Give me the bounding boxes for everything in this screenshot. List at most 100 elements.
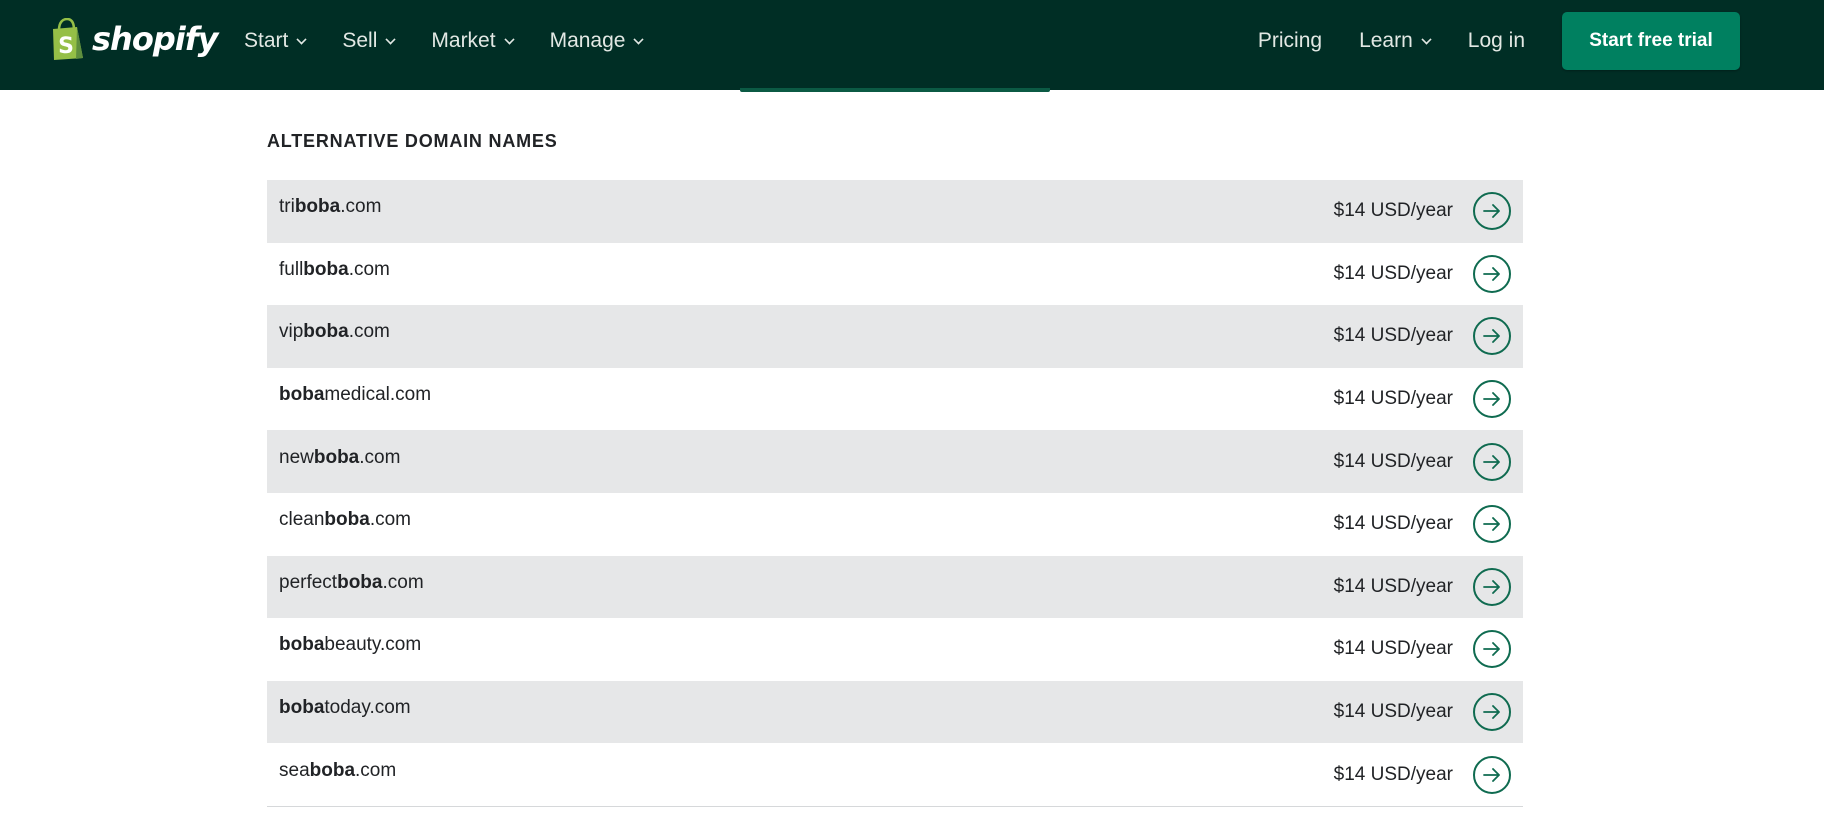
nav-item-label: Learn <box>1359 29 1413 52</box>
chevron-down-icon <box>633 33 645 45</box>
arrow-right-icon <box>1483 329 1500 344</box>
domain-name: perfectboba.com <box>279 572 424 594</box>
arrow-right-icon <box>1483 517 1500 532</box>
nav-item-label: Manage <box>549 29 626 52</box>
row-actions: $14 USD/year <box>1333 317 1511 356</box>
select-domain-button[interactable] <box>1473 317 1511 356</box>
start-free-trial-button[interactable]: Start free trial <box>1562 12 1740 70</box>
domain-row[interactable]: triboba.com $14 USD/year <box>267 180 1523 243</box>
row-actions: $14 USD/year <box>1333 693 1511 732</box>
arrow-right-icon <box>1483 204 1500 219</box>
arrow-right-icon <box>1483 642 1500 657</box>
domain-price: $14 USD/year <box>1333 388 1453 410</box>
select-domain-button[interactable] <box>1473 567 1511 606</box>
domain-name: seaboba.com <box>279 760 396 782</box>
row-actions: $14 USD/year <box>1333 254 1511 293</box>
arrow-right-icon <box>1483 705 1500 719</box>
nav-item-label: Pricing <box>1257 29 1323 52</box>
nav-item-label: Start <box>244 29 289 52</box>
nav-item-sell[interactable]: Sell <box>342 29 396 53</box>
domain-row[interactable]: vipboba.com $14 USD/year <box>267 305 1523 368</box>
row-actions: $14 USD/year <box>1333 505 1511 544</box>
domain-list: triboba.com $14 USD/year fullboba.com $14 U… <box>267 180 1523 807</box>
arrow-right-icon <box>1483 579 1500 594</box>
domain-keyword: boba <box>324 509 370 531</box>
domain-row[interactable]: bobamedical.com $14 USD/year <box>267 368 1523 431</box>
domain-suffix: .com <box>348 321 390 343</box>
domain-prefix: perfect <box>279 571 338 593</box>
select-domain-button[interactable] <box>1473 693 1511 732</box>
domain-price: $14 USD/year <box>1333 575 1453 597</box>
domain-name: vipboba.com <box>279 321 390 343</box>
domain-price: $14 USD/year <box>1333 325 1453 347</box>
domain-suffix: .com <box>369 509 411 531</box>
nav-item-market[interactable]: Market <box>431 29 515 53</box>
row-actions: $14 USD/year <box>1333 442 1511 481</box>
domain-name: fullboba.com <box>279 259 390 281</box>
domain-name: cleanboba.com <box>279 509 411 531</box>
nav-item-learn[interactable]: Learn <box>1359 29 1432 53</box>
domain-name: bobamedical.com <box>279 384 431 406</box>
select-domain-button[interactable] <box>1473 630 1511 669</box>
domain-keyword: boba <box>279 697 325 719</box>
domain-prefix: clean <box>279 509 325 531</box>
domain-row[interactable]: seaboba.com $14 USD/year <box>267 743 1523 806</box>
brand-wordmark: shopify <box>92 20 218 58</box>
domain-row[interactable]: perfectboba.com $14 USD/year <box>267 555 1523 619</box>
domain-price: $14 USD/year <box>1333 262 1453 284</box>
arrow-right-icon <box>1483 454 1500 469</box>
select-domain-button[interactable] <box>1473 505 1511 544</box>
domain-prefix: full <box>279 258 304 280</box>
domain-prefix: vip <box>279 321 304 343</box>
domain-row[interactable]: fullboba.com $14 USD/year <box>267 243 1523 306</box>
domain-price: $14 USD/year <box>1333 701 1453 723</box>
domain-suffix: .com <box>348 258 390 280</box>
domain-prefix: new <box>279 446 314 468</box>
nav-item-manage[interactable]: Manage <box>549 29 645 53</box>
chevron-down-icon <box>503 33 515 45</box>
domain-suffix: .com <box>359 446 401 468</box>
domain-name: triboba.com <box>279 196 381 218</box>
row-actions: $14 USD/year <box>1333 567 1511 606</box>
primary-nav: Start Sell Market Manage <box>244 0 679 82</box>
svg-text:S: S <box>58 34 74 59</box>
row-actions: $14 USD/year <box>1333 630 1511 669</box>
domain-suffix: .com <box>340 196 382 218</box>
top-navigation-bar: S shopify Start Sell Market Manage Pricing L… <box>0 0 1824 90</box>
domain-row[interactable]: newboba.com $14 USD/year <box>267 430 1523 493</box>
domain-keyword: boba <box>337 571 383 593</box>
select-domain-button[interactable] <box>1473 380 1511 419</box>
shopify-logo[interactable]: S shopify <box>50 17 218 60</box>
domain-keyword: boba <box>313 446 360 468</box>
domain-row[interactable]: bobabeauty.com $14 USD/year <box>267 618 1523 681</box>
chevron-down-icon <box>296 33 307 45</box>
section-title: ALTERNATIVE DOMAIN NAMES <box>267 131 558 151</box>
domain-price: $14 USD/year <box>1333 450 1453 472</box>
domain-price: $14 USD/year <box>1333 638 1453 660</box>
nav-item-log-in[interactable]: Log in <box>1468 29 1525 53</box>
chevron-down-icon <box>385 33 396 45</box>
select-domain-button[interactable] <box>1473 442 1511 481</box>
domain-row[interactable]: cleanboba.com $14 USD/year <box>267 493 1523 556</box>
nav-item-start[interactable]: Start <box>244 29 307 53</box>
domain-name: bobatoday.com <box>279 697 411 719</box>
domain-price: $14 USD/year <box>1333 200 1453 222</box>
domain-keyword: boba <box>294 196 341 218</box>
select-domain-button[interactable] <box>1473 254 1511 293</box>
domain-keyword: boba <box>303 321 349 343</box>
nav-item-pricing[interactable]: Pricing <box>1258 29 1322 53</box>
arrow-right-icon <box>1483 392 1500 406</box>
domain-suffix: today.com <box>324 697 411 719</box>
domain-row[interactable]: bobatoday.com $14 USD/year <box>267 680 1523 744</box>
domain-suffix: medical.com <box>324 384 432 406</box>
domain-price: $14 USD/year <box>1333 513 1453 535</box>
row-actions: $14 USD/year <box>1333 192 1511 231</box>
domain-keyword: boba <box>279 634 325 656</box>
select-domain-button[interactable] <box>1473 755 1511 794</box>
select-domain-button[interactable] <box>1473 192 1511 231</box>
secondary-nav: Pricing Learn Log in Start free trial <box>1258 0 1824 82</box>
arrow-right-icon <box>1483 266 1500 281</box>
row-actions: $14 USD/year <box>1334 755 1511 794</box>
domain-suffix: beauty.com <box>324 634 422 656</box>
nav-item-label: Market <box>431 29 496 52</box>
